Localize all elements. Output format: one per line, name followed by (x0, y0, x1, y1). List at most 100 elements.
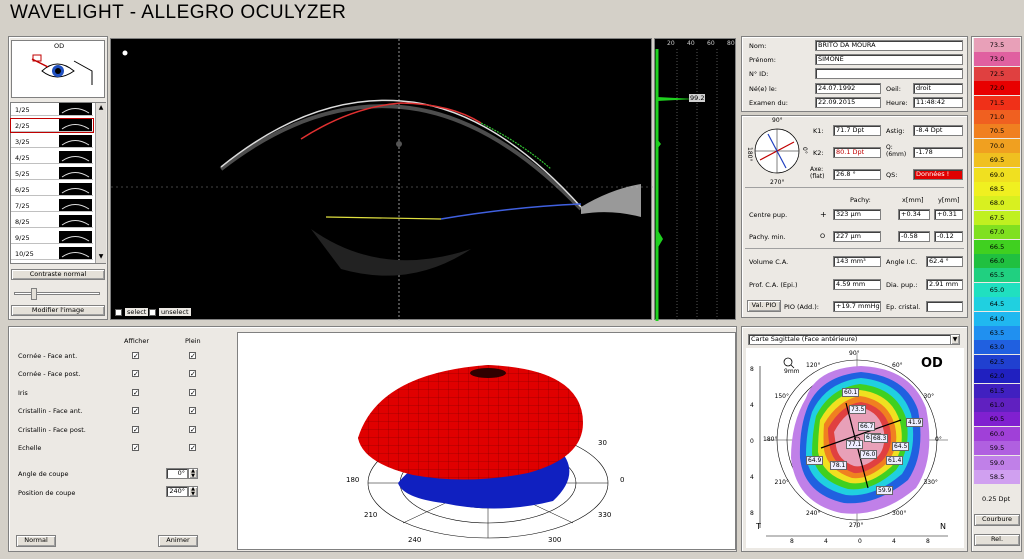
slice-thumbnail (59, 151, 92, 163)
slice-item[interactable]: 9/25 (11, 231, 93, 244)
deg-left: 180° (746, 147, 753, 162)
afficher-checkbox[interactable]: ✓ (132, 444, 139, 452)
angle-coupe-spinner[interactable]: ▲ ▼ (188, 468, 198, 479)
map-angle-label: 330° (923, 479, 938, 486)
pio-field[interactable]: +19.7 mmHg (833, 301, 881, 312)
courbure-button[interactable]: Courbure (974, 514, 1020, 526)
scale-cell: 62.5 (974, 354, 1020, 369)
scale-cell: 72.5 (974, 66, 1020, 81)
slice-item[interactable]: 6/25 (11, 183, 93, 196)
normal-button[interactable]: Normal (16, 535, 56, 547)
heure-field[interactable]: 11:48:42 (913, 97, 963, 108)
slice-item[interactable]: 4/25 (11, 151, 93, 164)
pio-label: PIO (Add.): (784, 303, 819, 311)
axis-label: 30 (598, 439, 607, 447)
map-angle-label: 270° (849, 522, 864, 529)
scale-cell: 69.5 (974, 153, 1020, 168)
cornea-3d-view[interactable]: 30 0 330 300 240 210 180 (237, 332, 736, 550)
slice-item[interactable]: 7/25 (11, 199, 93, 212)
ep-label: Ep. cristal. (886, 303, 921, 311)
id-field[interactable] (815, 68, 963, 79)
afficher-checkbox[interactable]: ✓ (132, 370, 139, 378)
animer-button[interactable]: Animer (158, 535, 198, 547)
scale-cell: 73.0 (974, 52, 1020, 67)
contrast-slider[interactable] (14, 288, 100, 300)
slice-label: 4/25 (15, 154, 30, 162)
nom-label: Nom: (749, 42, 767, 50)
slice-item[interactable]: 10/25 (11, 247, 93, 260)
slice-label: 1/25 (15, 106, 30, 114)
astig-label: Astig: (886, 127, 905, 135)
nasal-label: N (940, 522, 946, 531)
plein-checkbox[interactable]: ✓ (189, 352, 196, 360)
slice-item[interactable]: 8/25 (11, 215, 93, 228)
map-value: 64.9 (806, 456, 824, 465)
ep-field (926, 301, 963, 312)
map-value: 73.5 (849, 405, 867, 414)
centre-label: Centre pup. (749, 211, 788, 219)
slice-label: 2/25 (15, 122, 30, 130)
unselect-checkbox[interactable] (149, 309, 156, 316)
k1-label: K1: (813, 127, 824, 135)
map-value: 78.1 (830, 461, 848, 470)
slice-thumbnail (59, 199, 92, 211)
app-title: WAVELIGHT - ALLEGRO OCULYZER (10, 2, 347, 23)
prenom-field[interactable]: SIMONE (815, 54, 963, 65)
afficher-checkbox[interactable]: ✓ (132, 425, 139, 433)
slice-item[interactable]: 1/25 (11, 103, 93, 116)
map-y-tick: 4 (750, 474, 754, 481)
topography-map[interactable]: OD 9mm T N 90° 60° 30° 0° 330° 300° 270° 240° 21… (746, 348, 964, 548)
plein-checkbox[interactable]: ✓ (189, 370, 196, 378)
scale-cell: 71.0 (974, 110, 1020, 124)
axis-label: 300 (548, 536, 562, 544)
dob-field[interactable]: 24.07.1992 (815, 83, 881, 94)
centre-symbol: + (820, 210, 827, 219)
qs-field: Données ! (913, 169, 963, 180)
slice-item[interactable]: 5/25 (11, 167, 93, 180)
exam-field[interactable]: 22.09.2015 (815, 97, 881, 108)
nom-field[interactable]: BRITO DA MOURA (815, 40, 963, 51)
astig-field: -8.4 Dpt (913, 125, 963, 136)
slice-scrollbar[interactable]: ▲ ▼ (95, 103, 106, 263)
rel-button[interactable]: Rel. (974, 534, 1020, 546)
modify-image-button[interactable]: Modifier l'image (11, 305, 105, 316)
position-coupe-spinner[interactable]: ▲ ▼ (188, 486, 198, 497)
map-angle-label: 60° (892, 361, 903, 369)
dob-label: Né(e) le: (749, 85, 777, 93)
plein-checkbox[interactable]: ✓ (189, 407, 196, 415)
angle-coupe-label: Angle de coupe (18, 470, 69, 478)
map-angle-label: 90° (849, 350, 860, 357)
map-angle-label: 180° (763, 436, 778, 443)
position-coupe-field[interactable]: 240° (166, 486, 188, 497)
map-y-tick: 4 (750, 402, 754, 409)
angle-ic-field: 62.4 ° (926, 256, 963, 267)
scale-cell: 67.5 (974, 210, 1020, 225)
slice-item[interactable]: 2/25 (10, 118, 94, 133)
map-value: 64.5 (892, 442, 910, 451)
map-angle-label: 0° (935, 436, 942, 443)
plein-checkbox[interactable]: ✓ (189, 425, 196, 433)
map-type-select[interactable]: Carte Sagittale (Face antérieure) (748, 334, 960, 345)
eye-icon (31, 54, 93, 85)
slider-handle[interactable] (31, 288, 37, 300)
plein-checkbox[interactable]: ✓ (189, 388, 196, 396)
contrast-button[interactable]: Contraste normal (11, 269, 105, 280)
scale-cell: 69.0 (974, 167, 1020, 182)
scale-cell: 59.0 (974, 455, 1020, 470)
slice-item[interactable]: 3/25 (11, 135, 93, 148)
vol-label: Volume C.A. (749, 258, 789, 266)
oeil-field[interactable]: droit (913, 83, 963, 94)
afficher-checkbox[interactable]: ✓ (132, 352, 139, 360)
plein-checkbox[interactable]: ✓ (189, 444, 196, 452)
afficher-checkbox[interactable]: ✓ (132, 407, 139, 415)
heure-label: Heure: (886, 99, 908, 107)
slice-thumbnail (59, 247, 92, 259)
map-select-arrow[interactable]: ▼ (950, 334, 960, 345)
afficher-checkbox[interactable]: ✓ (132, 388, 139, 396)
min-symbol: O (820, 232, 826, 240)
val-pio-button[interactable]: Val. PIO (747, 300, 781, 312)
scheimpflug-image[interactable]: select unselect (110, 38, 653, 321)
angle-coupe-field[interactable]: 0° (166, 468, 188, 479)
select-checkbox[interactable] (115, 309, 122, 316)
slice-label: 6/25 (15, 186, 30, 194)
